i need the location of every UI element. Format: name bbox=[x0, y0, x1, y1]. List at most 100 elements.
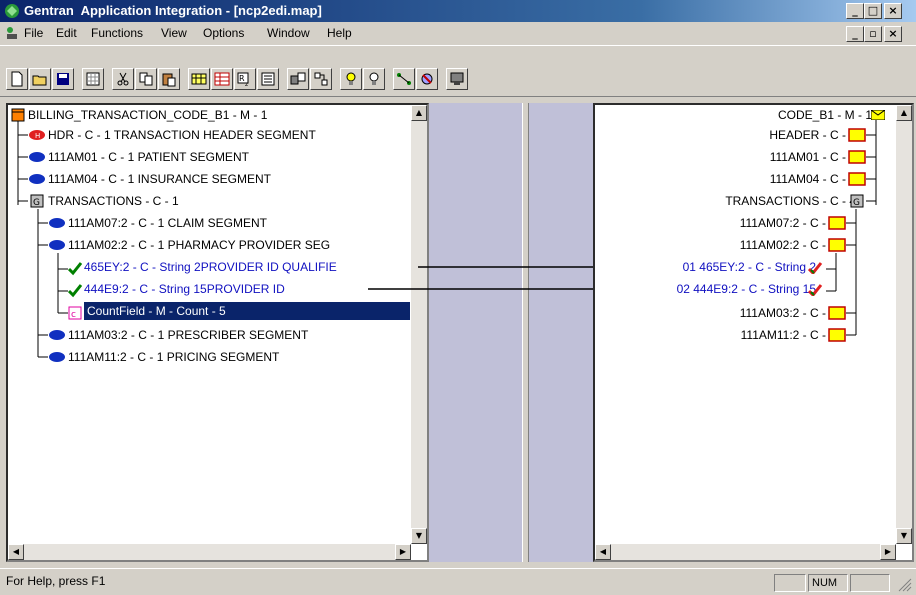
tree-item-111am03[interactable]: 111AM03:2 - C - 1 PRESCRIBER SEGMENT bbox=[68, 326, 308, 344]
menu-window[interactable]: Window bbox=[267, 26, 310, 40]
tree-item-444e9[interactable]: 444E9:2 - C - String 15PROVIDER ID bbox=[84, 280, 285, 298]
table-icon bbox=[214, 72, 230, 86]
svg-text:G: G bbox=[853, 198, 860, 208]
target-item-111am01[interactable]: 111AM01 - C - 1 bbox=[770, 148, 856, 166]
save-button[interactable] bbox=[52, 68, 74, 90]
new-button[interactable] bbox=[6, 68, 28, 90]
new-icon bbox=[11, 71, 23, 87]
scroll-left-icon[interactable]: ◀ bbox=[8, 544, 24, 560]
tree-item-111am02[interactable]: 111AM02:2 - C - 1 PHARMACY PROVIDER SEG bbox=[68, 236, 330, 254]
segment-icon bbox=[49, 330, 65, 340]
tree-item-111am07[interactable]: 111AM07:2 - C - 1 CLAIM SEGMENT bbox=[68, 214, 267, 232]
target-item-transactions[interactable]: TRANSACTIONS - C - 4 bbox=[725, 192, 856, 210]
menu-view[interactable]: View bbox=[161, 26, 187, 40]
tree-item-111am01[interactable]: 111AM01 - C - 1 PATIENT SEGMENT bbox=[48, 148, 249, 166]
source-tree-pane[interactable]: BILLING_TRANSACTION_CODE_B1 - M - 1 H HD… bbox=[6, 103, 429, 562]
svg-text:z: z bbox=[245, 81, 248, 87]
list-button[interactable] bbox=[257, 68, 279, 90]
target-item-111am04[interactable]: 111AM04 - C - 1 bbox=[770, 170, 856, 188]
status-bar: For Help, press F1 NUM bbox=[0, 568, 916, 595]
copy-button[interactable] bbox=[135, 68, 157, 90]
scroll-right-icon[interactable]: ▶ bbox=[880, 544, 896, 560]
group-button[interactable] bbox=[287, 68, 309, 90]
bulb-on-button[interactable] bbox=[340, 68, 362, 90]
properties-button[interactable] bbox=[446, 68, 468, 90]
tree-button[interactable] bbox=[310, 68, 332, 90]
scroll-down-icon[interactable]: ▼ bbox=[411, 528, 427, 544]
target-item-444e9[interactable]: 02 444E9:2 - C - String 15 bbox=[677, 280, 816, 298]
root-record-icon bbox=[11, 108, 25, 122]
menu-bar: File Edit Functions View Options Window … bbox=[0, 22, 916, 44]
paste-button[interactable] bbox=[158, 68, 180, 90]
open-button[interactable] bbox=[29, 68, 51, 90]
link-icon bbox=[397, 73, 411, 85]
scroll-right-icon[interactable]: ▶ bbox=[395, 544, 411, 560]
tree-item-hdr[interactable]: HDR - C - 1 TRANSACTION HEADER SEGMENT bbox=[48, 126, 316, 144]
menu-file[interactable]: File bbox=[24, 26, 43, 40]
source-horizontal-scrollbar[interactable]: ◀ ▶ bbox=[8, 544, 411, 560]
document-menu-icon[interactable] bbox=[4, 25, 20, 41]
status-panel-num: NUM bbox=[808, 574, 848, 592]
scroll-up-icon[interactable]: ▲ bbox=[411, 105, 427, 121]
resize-grip-icon[interactable] bbox=[898, 578, 912, 592]
menu-options[interactable]: Options bbox=[203, 26, 244, 40]
target-item-111am07[interactable]: 111AM07:2 - C - 1 bbox=[740, 214, 836, 232]
target-item-111am03[interactable]: 111AM03:2 - C - 1 bbox=[740, 304, 836, 322]
maximize-button[interactable]: □ bbox=[864, 3, 882, 19]
svg-text:G: G bbox=[33, 198, 40, 208]
target-tree-root[interactable]: CODE_B1 - M - 1 bbox=[778, 106, 872, 124]
minimize-button[interactable]: _ bbox=[846, 3, 864, 19]
menu-edit[interactable]: Edit bbox=[56, 26, 77, 40]
target-tree-pane[interactable]: CODE_B1 - M - 1 HEADER - C - 1 111AM01 -… bbox=[593, 103, 914, 562]
group-icon: G bbox=[850, 194, 864, 208]
envelope-icon bbox=[871, 110, 885, 120]
scroll-up-icon[interactable]: ▲ bbox=[896, 105, 912, 121]
mapping-area[interactable] bbox=[429, 103, 593, 562]
link-button[interactable] bbox=[393, 68, 415, 90]
segment-icon bbox=[49, 240, 65, 250]
segment-box-icon bbox=[848, 128, 866, 142]
mapped-check-icon bbox=[68, 284, 82, 298]
status-panel-caps bbox=[774, 574, 806, 592]
tree-item-111am04[interactable]: 111AM04 - C - 1 INSURANCE SEGMENT bbox=[48, 170, 271, 188]
bulb-off-button[interactable] bbox=[363, 68, 385, 90]
tree-root[interactable]: BILLING_TRANSACTION_CODE_B1 - M - 1 bbox=[28, 106, 267, 124]
tree-item-countfield[interactable]: CountField - M - Count - 5 bbox=[84, 302, 410, 320]
target-item-111am11[interactable]: 111AM11:2 - C - 1 bbox=[741, 326, 836, 344]
table-button[interactable] bbox=[211, 68, 233, 90]
target-item-header[interactable]: HEADER - C - 1 bbox=[769, 126, 856, 144]
target-horizontal-scrollbar[interactable]: ◀ ▶ bbox=[595, 544, 896, 560]
map-icon bbox=[191, 73, 207, 85]
tree-item-465ey[interactable]: 465EY:2 - C - String 2PROVIDER ID QUALIF… bbox=[84, 258, 337, 276]
field-icon: Rz bbox=[237, 72, 249, 87]
bulb-on-icon bbox=[346, 72, 356, 85]
doc-restore-button[interactable]: ▫ bbox=[864, 26, 882, 42]
save-icon bbox=[57, 73, 69, 85]
field-button[interactable]: Rz bbox=[234, 68, 256, 90]
grid-button[interactable] bbox=[82, 68, 104, 90]
unlink-icon bbox=[421, 73, 433, 85]
title-bar[interactable]: Gentran Application Integration - [ncp2e… bbox=[0, 0, 916, 22]
unlink-button[interactable] bbox=[416, 68, 438, 90]
cut-button[interactable] bbox=[112, 68, 134, 90]
tree-item-transactions[interactable]: TRANSACTIONS - C - 1 bbox=[48, 192, 179, 210]
target-item-111am02[interactable]: 111AM02:2 - C - 1 bbox=[740, 236, 836, 254]
segment-box-icon bbox=[848, 150, 866, 164]
map-button[interactable] bbox=[188, 68, 210, 90]
scroll-down-icon[interactable]: ▼ bbox=[896, 528, 912, 544]
source-vertical-scrollbar[interactable]: ▲ ▼ bbox=[411, 105, 427, 544]
segment-icon bbox=[49, 218, 65, 228]
target-vertical-scrollbar[interactable]: ▲ ▼ bbox=[896, 105, 912, 544]
paste-icon bbox=[162, 73, 176, 87]
scroll-left-icon[interactable]: ◀ bbox=[595, 544, 611, 560]
doc-close-button[interactable]: × bbox=[884, 26, 902, 42]
window-title: Application Integration - [ncp2edi.map] bbox=[80, 3, 322, 18]
menu-help[interactable]: Help bbox=[327, 26, 352, 40]
group-icon bbox=[290, 72, 306, 85]
target-item-465ey[interactable]: 01 465EY:2 - C - String 2 bbox=[683, 258, 816, 276]
doc-minimize-button[interactable]: _ bbox=[846, 26, 864, 42]
menu-functions[interactable]: Functions bbox=[91, 26, 143, 40]
mapping-links bbox=[429, 266, 593, 290]
close-button[interactable]: × bbox=[884, 3, 902, 19]
tree-item-111am11[interactable]: 111AM11:2 - C - 1 PRICING SEGMENT bbox=[68, 348, 279, 366]
